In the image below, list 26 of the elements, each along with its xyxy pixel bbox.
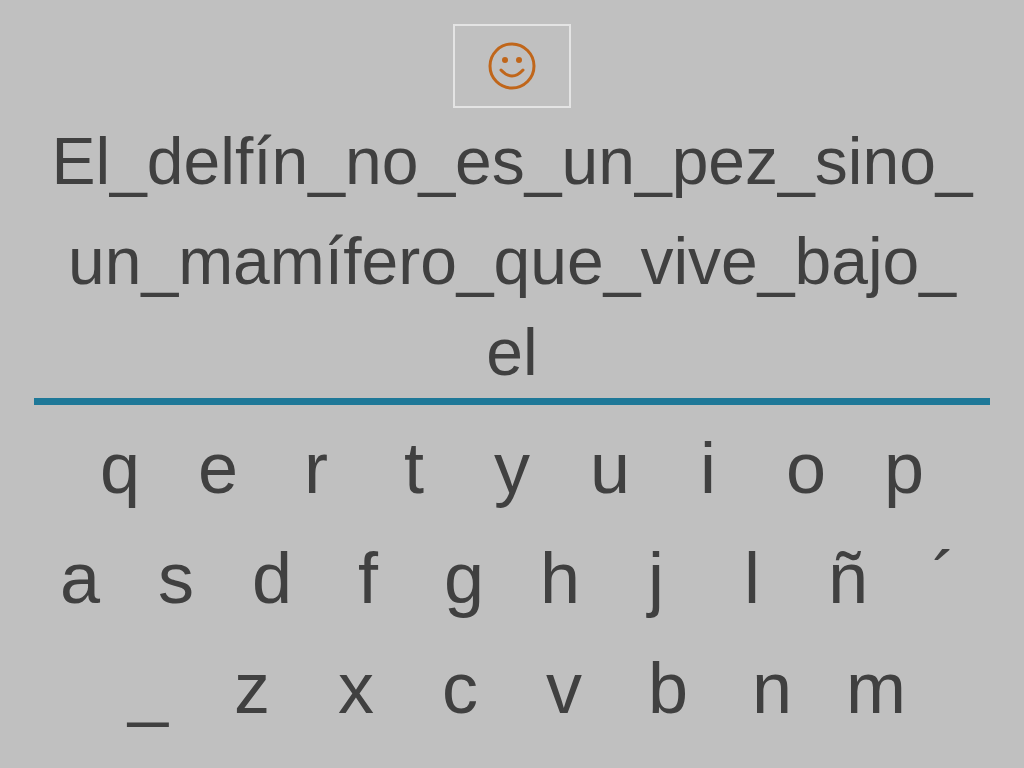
letter-key[interactable]: c <box>408 652 512 724</box>
letter-key[interactable]: a <box>32 542 128 614</box>
letter-key[interactable]: ñ <box>800 542 896 614</box>
letter-key[interactable]: i <box>659 432 757 504</box>
letter-key[interactable]: z <box>200 652 304 724</box>
smiley-button[interactable] <box>453 24 571 108</box>
letter-key[interactable]: v <box>512 652 616 724</box>
sentence-text: un_mamífero_que_vive_bajo_ <box>68 224 956 298</box>
letter-key[interactable]: d <box>224 542 320 614</box>
letter-key[interactable]: ´ <box>896 542 992 614</box>
sentence-text: El_delfín_no_es_un_pez_sino_ <box>51 124 973 198</box>
letter-key[interactable]: l <box>704 542 800 614</box>
letter-key[interactable]: b <box>616 652 720 724</box>
smiley-icon <box>487 41 537 91</box>
letter-key[interactable]: x <box>304 652 408 724</box>
letter-key[interactable]: t <box>365 432 463 504</box>
letter-key[interactable]: r <box>267 432 365 504</box>
letter-key[interactable]: o <box>757 432 855 504</box>
letter-key[interactable]: s <box>128 542 224 614</box>
letter-key[interactable]: e <box>169 432 267 504</box>
letter-key[interactable]: n <box>720 652 824 724</box>
letter-key[interactable]: h <box>512 542 608 614</box>
letter-key[interactable]: u <box>561 432 659 504</box>
letter-key[interactable]: f <box>320 542 416 614</box>
letter-key[interactable]: m <box>824 652 928 724</box>
sentence-text: el <box>486 315 538 389</box>
